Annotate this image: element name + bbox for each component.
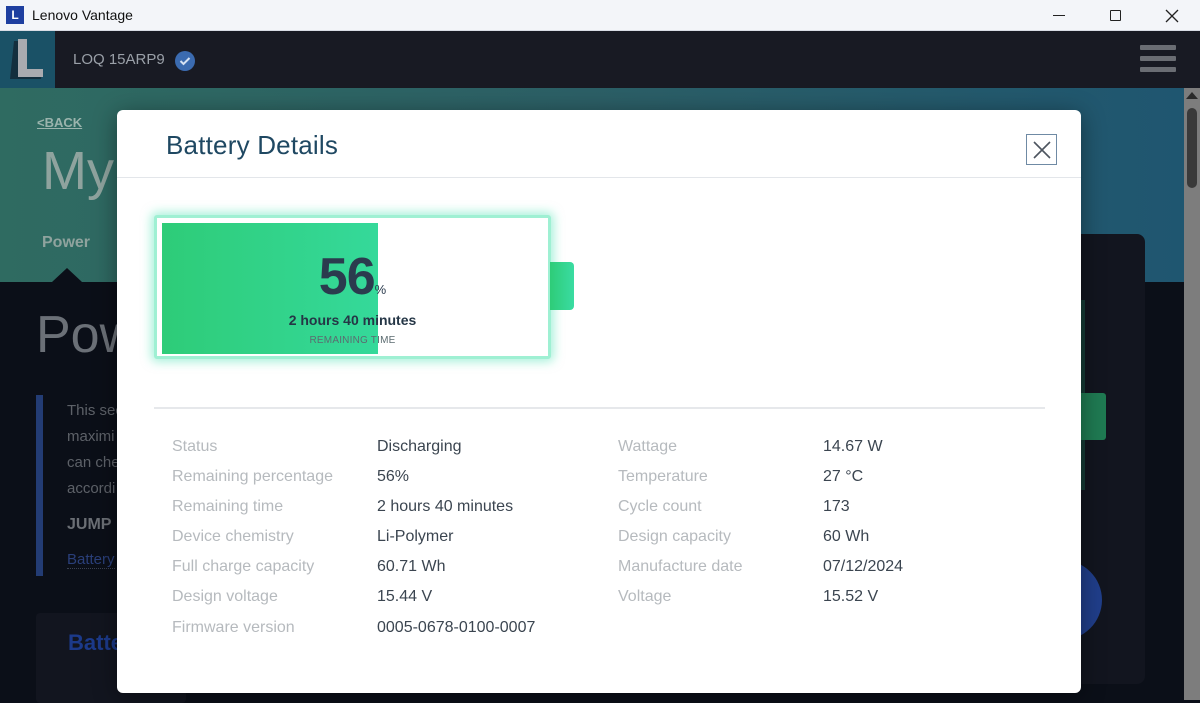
detail-value: 15.52 V [823, 588, 879, 606]
battery-details-modal: Battery Details 56% 2 hours 40 minutes R… [117, 110, 1081, 693]
battery-card-title: Batte [68, 630, 124, 655]
menu-icon-bar [1140, 67, 1176, 72]
verified-check-icon [175, 51, 195, 71]
menu-icon-bar [1140, 45, 1176, 50]
active-tab-indicator [52, 268, 82, 282]
battery-level-indicator: 56% 2 hours 40 minutes REMAINING TIME [154, 215, 574, 360]
detail-value: 56% [377, 468, 410, 486]
detail-label: Design voltage [172, 588, 278, 606]
jump-link-battery[interactable]: Battery [67, 551, 115, 569]
modal-title: Battery Details [166, 130, 339, 160]
detail-label: Manufacture date [618, 558, 743, 576]
scroll-thumb[interactable] [1187, 108, 1197, 188]
detail-value: 27 °C [823, 468, 864, 486]
lenovo-logo[interactable] [0, 31, 55, 88]
detail-value: 0005-0678-0100-0007 [377, 618, 536, 636]
app-header: LOQ 15ARP9 [0, 31, 1200, 88]
back-label: BACK [44, 115, 83, 130]
hamburger-menu-button[interactable] [1140, 45, 1176, 75]
close-icon [1165, 9, 1179, 22]
page-title: My [42, 141, 114, 201]
device-name[interactable]: LOQ 15ARP9 [73, 51, 165, 68]
scroll-up-arrow-icon[interactable] [1186, 92, 1198, 99]
detail-label: Full charge capacity [172, 558, 315, 576]
battery-percent-readout: 56% [154, 247, 551, 307]
page-scrollbar[interactable] [1184, 88, 1200, 700]
tab-power[interactable]: Power [42, 234, 90, 252]
battery-percent-value: 56 [318, 248, 376, 306]
menu-icon-bar [1140, 56, 1176, 61]
window-title: Lenovo Vantage [32, 7, 133, 23]
jump-to-label: JUMP [67, 516, 112, 533]
detail-label: Design capacity [618, 528, 731, 546]
detail-value: 60 Wh [823, 528, 870, 546]
modal-header: Battery Details [117, 110, 1081, 178]
minimize-icon [1053, 15, 1065, 16]
description-accent-bar [36, 395, 43, 576]
remaining-time-value: 2 hours 40 minutes [288, 312, 417, 328]
detail-value: 60.71 Wh [377, 558, 446, 576]
detail-label: Status [172, 438, 218, 455]
detail-label: Cycle count [618, 498, 702, 516]
window-titlebar: L Lenovo Vantage [0, 0, 1200, 31]
percent-sign: % [374, 282, 387, 297]
detail-label: Wattage [618, 438, 677, 455]
lenovo-l-logo-icon [10, 39, 43, 79]
back-link[interactable]: <BACK [37, 115, 82, 130]
detail-label: Remaining time [172, 498, 284, 516]
detail-value: Discharging [377, 438, 462, 455]
section-divider [154, 407, 1045, 409]
detail-value: Li-Polymer [377, 528, 454, 546]
detail-value: 173 [823, 498, 850, 516]
battery-terminal [550, 262, 574, 310]
detail-value: 2 hours 40 minutes [377, 498, 514, 516]
detail-label: Firmware version [172, 618, 295, 636]
battery-readout: 56% 2 hours 40 minutes REMAINING TIME [154, 215, 551, 359]
lenovo-app-icon: L [6, 6, 24, 24]
modal-close-button[interactable] [1026, 134, 1057, 165]
maximize-button[interactable] [1086, 0, 1144, 31]
detail-value: 15.44 V [377, 588, 433, 606]
detail-value: 14.67 W [823, 438, 883, 455]
detail-label: Device chemistry [172, 528, 294, 546]
detail-label: Remaining percentage [172, 468, 333, 486]
minimize-button[interactable] [1030, 0, 1088, 31]
detail-value: 07/12/2024 [823, 558, 904, 576]
maximize-icon [1109, 10, 1121, 21]
remaining-time-label: REMAINING TIME [309, 335, 396, 346]
back-chevron: < [37, 115, 45, 130]
detail-label: Temperature [618, 468, 708, 486]
close-icon [1032, 140, 1051, 159]
close-window-button[interactable] [1143, 0, 1200, 31]
detail-label: Voltage [618, 588, 672, 606]
